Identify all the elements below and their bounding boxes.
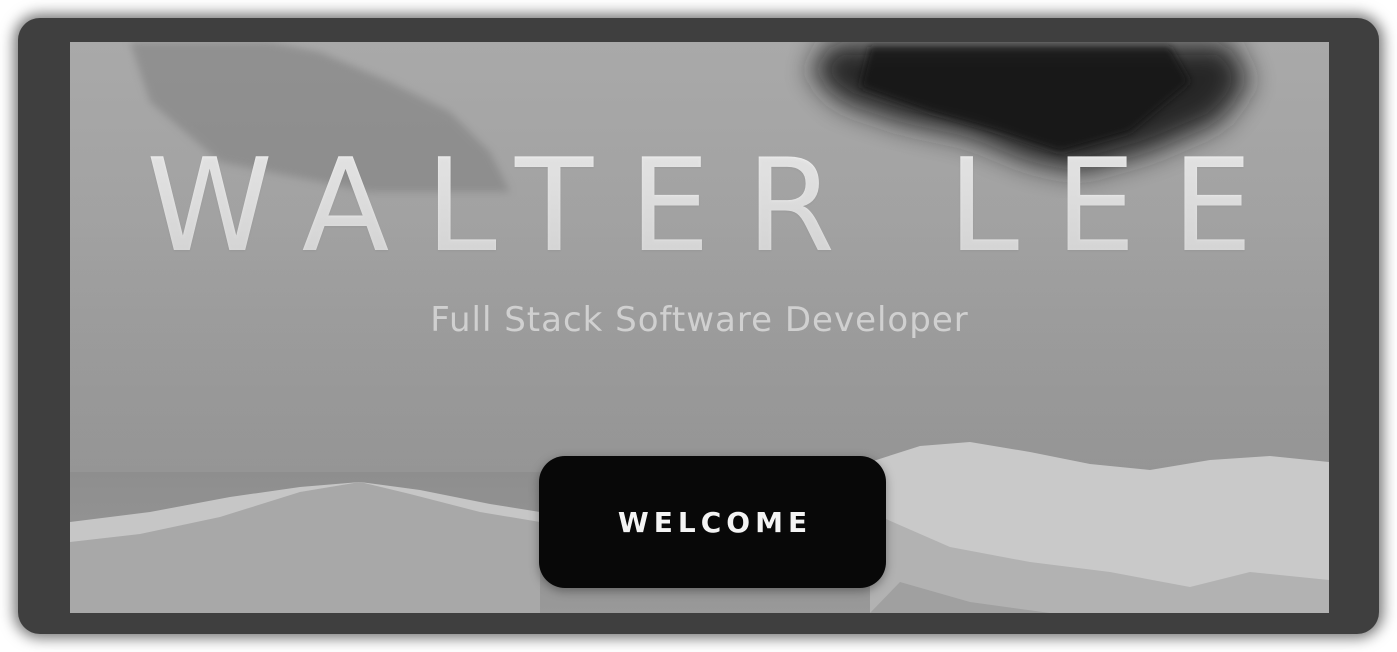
hero-title: WALTER LEE [70, 132, 1329, 282]
hero-section: WALTER LEE Full Stack Software Developer… [70, 42, 1329, 613]
hero-subtitle: Full Stack Software Developer [430, 300, 969, 340]
welcome-button[interactable]: WELCOME [539, 456, 886, 588]
device-frame: WALTER LEE Full Stack Software Developer… [18, 18, 1379, 634]
